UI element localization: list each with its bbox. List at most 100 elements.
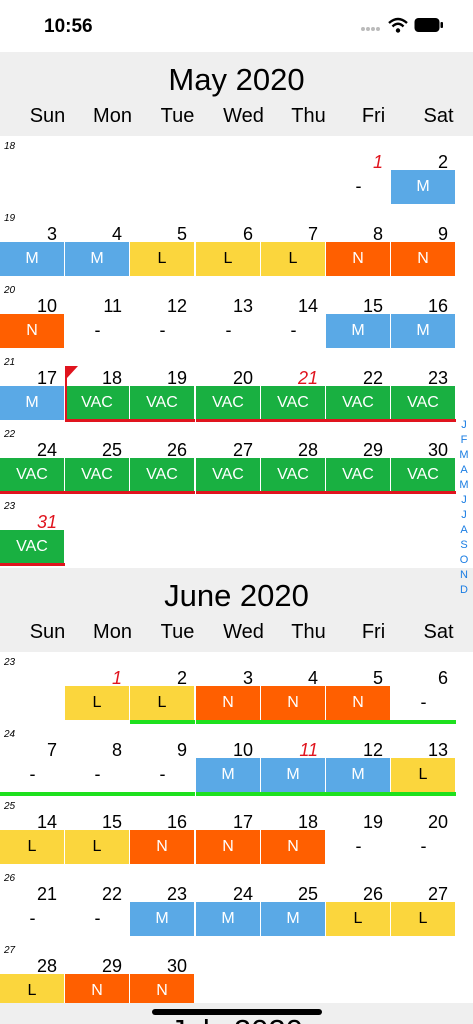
day-cell[interactable]: 19 VAC <box>130 352 195 424</box>
shift-badge[interactable]: M <box>391 314 456 348</box>
day-cell[interactable]: 31 VAC <box>0 496 65 568</box>
day-cell[interactable]: 1L <box>65 652 130 724</box>
month-index-letter[interactable]: N <box>456 568 472 583</box>
day-cell[interactable]: 30 N <box>130 940 195 1012</box>
month-index-letter[interactable]: A <box>456 463 472 478</box>
shift-badge[interactable]: VAC <box>0 458 65 492</box>
day-cell[interactable]: 20 VAC <box>196 352 261 424</box>
month-index-letter[interactable]: F <box>456 433 472 448</box>
shift-badge[interactable]: M <box>196 758 261 792</box>
day-cell[interactable]: 26 VAC <box>130 424 195 496</box>
day-cell[interactable]: 13- <box>196 280 261 352</box>
shift-badge[interactable]: L <box>65 830 130 864</box>
day-cell[interactable]: 14 L <box>0 796 65 868</box>
day-cell[interactable]: 27 VAC <box>196 424 261 496</box>
day-cell[interactable]: 26 L <box>326 868 391 940</box>
day-cell[interactable]: 5N <box>326 652 391 724</box>
day-cell[interactable]: 8N <box>326 208 391 280</box>
day-cell[interactable]: 15 M <box>326 280 391 352</box>
day-cell[interactable]: 2L <box>130 652 195 724</box>
day-cell[interactable]: 24 M <box>196 868 261 940</box>
month-index-letter[interactable]: D <box>456 583 472 598</box>
shift-badge[interactable]: M <box>0 242 65 276</box>
month-index-letter[interactable]: A <box>456 523 472 538</box>
shift-badge[interactable]: L <box>0 830 65 864</box>
day-cell[interactable]: 10 N <box>0 280 65 352</box>
day-cell[interactable]: 6L <box>196 208 261 280</box>
shift-badge[interactable]: VAC <box>65 458 130 492</box>
shift-badge[interactable]: VAC <box>196 458 261 492</box>
shift-badge[interactable]: L <box>391 902 456 936</box>
day-cell[interactable]: 27 L <box>391 868 456 940</box>
day-cell[interactable]: 25 M <box>261 868 326 940</box>
shift-badge[interactable]: N <box>130 830 195 864</box>
day-cell[interactable]: 12- <box>130 280 195 352</box>
day-cell[interactable]: 12 M <box>326 724 391 796</box>
schedule-calendar[interactable]: May 2020 Sun Mon Tue Wed Thu Fri Sat 18 1-2 M 19 3 M 4… <box>0 52 473 1012</box>
shift-badge[interactable]: M <box>391 170 456 204</box>
day-cell[interactable]: 28 L <box>0 940 65 1012</box>
month-index-letter[interactable]: M <box>456 478 472 493</box>
day-cell[interactable]: 23 M <box>130 868 195 940</box>
shift-badge[interactable]: M <box>65 242 130 276</box>
shift-badge[interactable]: VAC <box>130 386 195 420</box>
shift-badge[interactable]: N <box>261 686 326 720</box>
shift-badge[interactable]: VAC <box>391 458 456 492</box>
day-cell[interactable]: 15 L <box>65 796 130 868</box>
month-index-letter[interactable]: O <box>456 553 472 568</box>
day-cell[interactable]: 16 N <box>130 796 195 868</box>
day-cell[interactable]: 22 VAC <box>326 352 391 424</box>
shift-badge[interactable]: VAC <box>326 386 391 420</box>
month-index-scrubber[interactable]: JFMAMJJASOND <box>456 418 472 598</box>
shift-badge[interactable]: L <box>261 242 326 276</box>
month-index-letter[interactable]: S <box>456 538 472 553</box>
day-cell[interactable]: 18 N <box>261 796 326 868</box>
shift-badge[interactable]: VAC <box>196 386 261 420</box>
day-cell[interactable]: 11 M <box>261 724 326 796</box>
day-cell[interactable]: 3N <box>196 652 261 724</box>
day-cell[interactable]: 17 N <box>196 796 261 868</box>
shift-badge[interactable]: M <box>130 902 195 936</box>
shift-badge[interactable]: M <box>196 902 261 936</box>
day-cell[interactable]: 25 VAC <box>65 424 130 496</box>
shift-badge[interactable]: M <box>261 758 326 792</box>
shift-badge[interactable]: L <box>326 902 391 936</box>
shift-badge[interactable]: L <box>391 758 456 792</box>
day-cell[interactable]: 10 M <box>196 724 261 796</box>
day-cell[interactable]: 1- <box>326 136 391 208</box>
day-cell[interactable]: 8- <box>65 724 130 796</box>
day-cell[interactable]: 9N <box>391 208 456 280</box>
shift-badge[interactable]: N <box>0 314 65 348</box>
day-cell[interactable]: 29 VAC <box>326 424 391 496</box>
shift-badge[interactable]: N <box>326 242 391 276</box>
day-cell[interactable]: 9- <box>130 724 195 796</box>
day-cell[interactable]: 6- <box>391 652 456 724</box>
shift-badge[interactable]: L <box>65 686 130 720</box>
day-cell[interactable]: 22- <box>65 868 130 940</box>
shift-badge[interactable]: L <box>196 242 261 276</box>
shift-badge[interactable]: M <box>0 386 65 420</box>
day-cell[interactable]: 5L <box>130 208 195 280</box>
shift-badge[interactable]: VAC <box>326 458 391 492</box>
shift-badge[interactable]: N <box>261 830 326 864</box>
day-cell[interactable]: 28 VAC <box>261 424 326 496</box>
day-cell[interactable]: 3M <box>0 208 65 280</box>
shift-badge[interactable]: L <box>130 242 195 276</box>
day-cell[interactable]: 4M <box>65 208 130 280</box>
day-cell[interactable]: 13 L <box>391 724 456 796</box>
day-cell[interactable]: 24 VAC <box>0 424 65 496</box>
shift-badge[interactable]: VAC <box>261 386 326 420</box>
shift-badge[interactable]: N <box>196 830 261 864</box>
day-cell[interactable]: 21- <box>0 868 65 940</box>
day-cell[interactable]: 21 VAC <box>261 352 326 424</box>
shift-badge[interactable]: N <box>196 686 261 720</box>
shift-badge[interactable]: VAC <box>261 458 326 492</box>
shift-badge[interactable]: VAC <box>130 458 195 492</box>
shift-badge[interactable]: VAC <box>0 530 65 564</box>
day-cell[interactable]: 23 VAC <box>391 352 456 424</box>
day-cell[interactable]: 14- <box>261 280 326 352</box>
shift-badge[interactable]: M <box>326 314 391 348</box>
month-index-letter[interactable]: J <box>456 493 472 508</box>
day-cell[interactable]: 2M <box>391 136 456 208</box>
shift-badge[interactable]: VAC <box>391 386 456 420</box>
